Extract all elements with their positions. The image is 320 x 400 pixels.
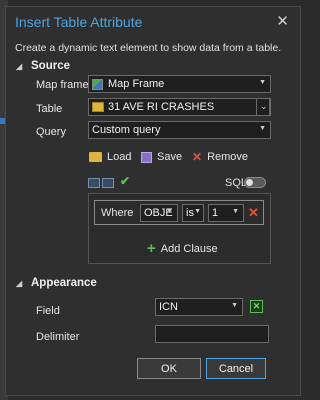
save-icon: [141, 151, 152, 163]
source-section-header[interactable]: ◢ Source: [16, 60, 70, 72]
ok-button[interactable]: OK: [137, 358, 201, 379]
map-frame-label: Map frame: [36, 79, 89, 91]
where-label: Where: [101, 207, 134, 219]
clause-row: Where OBJE ▼ is ▼ 1 ▼ ✕: [94, 200, 264, 225]
appearance-section-header[interactable]: ◢ Appearance: [16, 277, 97, 289]
clause-field-dropdown[interactable]: OBJE ▼: [140, 204, 178, 222]
close-icon[interactable]: ✕: [276, 12, 289, 30]
expression-mode-icon[interactable]: [88, 178, 100, 188]
delimiter-label: Delimiter: [36, 331, 80, 343]
collapse-caret-icon: ◢: [16, 279, 23, 288]
folder-icon: [89, 152, 102, 162]
save-label: Save: [157, 151, 183, 163]
chevron-down-icon: ▼: [259, 79, 266, 86]
sql-toggle[interactable]: [244, 177, 266, 188]
chevron-down-icon: ▼: [194, 208, 201, 215]
clause-operator-dropdown[interactable]: is ▼: [182, 204, 204, 222]
clause-value: 1: [212, 207, 219, 219]
add-icon: +: [147, 240, 156, 257]
dialog-description: Create a dynamic text element to show da…: [15, 42, 282, 54]
table-field-picker-icon[interactable]: ✕: [250, 300, 263, 313]
chevron-down-icon: ⌄: [260, 101, 268, 111]
table-icon: [92, 102, 104, 112]
source-heading: Source: [31, 60, 70, 72]
remove-button[interactable]: ✕ Remove: [192, 150, 248, 164]
chevron-down-icon: ▼: [166, 208, 173, 215]
query-label: Query: [36, 126, 66, 138]
load-button[interactable]: Load: [89, 151, 131, 163]
dialog-title: Insert Table Attribute: [15, 14, 143, 30]
clause-operator-value: is: [186, 207, 194, 219]
map-frame-dropdown[interactable]: Map Frame ▼: [88, 75, 271, 93]
clause-value-dropdown[interactable]: 1 ▼: [208, 204, 244, 222]
collapse-caret-icon: ◢: [16, 62, 23, 71]
save-button[interactable]: Save: [141, 151, 182, 163]
delimiter-input[interactable]: [155, 325, 269, 343]
field-value: ICN: [159, 301, 178, 313]
insert-table-attribute-dialog: Insert Table Attribute ✕ Create a dynami…: [5, 6, 301, 396]
delete-clause-icon[interactable]: ✕: [248, 205, 259, 221]
query-clause-panel: Where OBJE ▼ is ▼ 1 ▼ ✕ + Add Clause: [88, 193, 271, 264]
title-bar: Insert Table Attribute ✕: [6, 7, 300, 37]
remove-icon: ✕: [192, 150, 203, 164]
table-dropdown[interactable]: 31 AVE RI CRASHES ⌄: [88, 98, 271, 116]
remove-label: Remove: [207, 151, 249, 163]
validate-check-icon[interactable]: ✔: [120, 174, 130, 188]
chevron-down-icon: ▼: [231, 302, 238, 309]
field-label: Field: [36, 305, 60, 317]
table-dropdown-arrow[interactable]: ⌄: [256, 98, 270, 116]
table-label: Table: [36, 103, 63, 115]
expression-mode-icon-alt[interactable]: [102, 178, 114, 188]
add-clause-label: Add Clause: [160, 242, 218, 255]
field-dropdown[interactable]: ICN ▼: [155, 298, 243, 316]
appearance-heading: Appearance: [31, 277, 97, 289]
query-value: Custom query: [92, 124, 161, 136]
cancel-button[interactable]: Cancel: [206, 358, 266, 379]
map-frame-icon: [92, 78, 103, 90]
load-label: Load: [107, 151, 132, 163]
chevron-down-icon: ▼: [259, 125, 266, 132]
toggle-knob: [246, 179, 253, 186]
add-clause-button[interactable]: + Add Clause: [147, 240, 218, 257]
query-dropdown[interactable]: Custom query ▼: [88, 121, 271, 139]
map-frame-value: Map Frame: [108, 78, 165, 90]
table-value: 31 AVE RI CRASHES: [108, 101, 215, 113]
chevron-down-icon: ▼: [232, 208, 239, 215]
